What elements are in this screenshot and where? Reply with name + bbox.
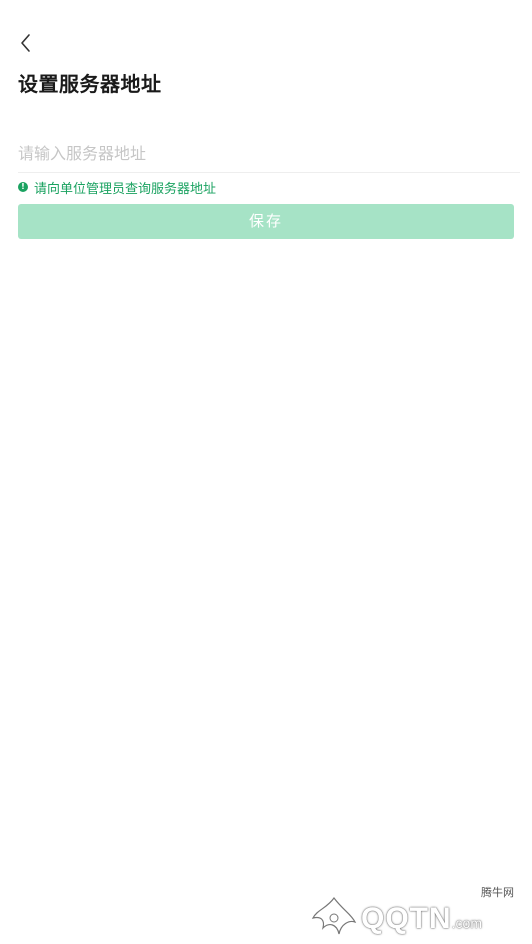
save-button[interactable]: 保存 [18, 204, 514, 239]
watermark-logo-icon [311, 896, 357, 935]
server-input-wrapper [18, 136, 520, 173]
watermark-domain: .com [451, 915, 483, 931]
watermark-brand: QQTN [361, 902, 452, 935]
server-address-page: 设置服务器地址 ! 请向单位管理员查询服务器地址 保存 腾牛网 QQTN.com [0, 0, 532, 944]
watermark: 腾牛网 QQTN.com [309, 882, 524, 942]
hint-text: 请向单位管理员查询服务器地址 [34, 181, 217, 197]
server-address-input[interactable] [18, 136, 520, 170]
hint-row: ! 请向单位管理员查询服务器地址 [18, 178, 217, 197]
chevron-left-icon [21, 34, 30, 52]
watermark-logo-text: QQTN.com [361, 902, 482, 936]
info-circle-icon: ! [18, 182, 28, 192]
back-button[interactable] [14, 31, 38, 55]
page-title: 设置服务器地址 [18, 72, 162, 96]
watermark-tag: 腾牛网 [481, 886, 514, 899]
